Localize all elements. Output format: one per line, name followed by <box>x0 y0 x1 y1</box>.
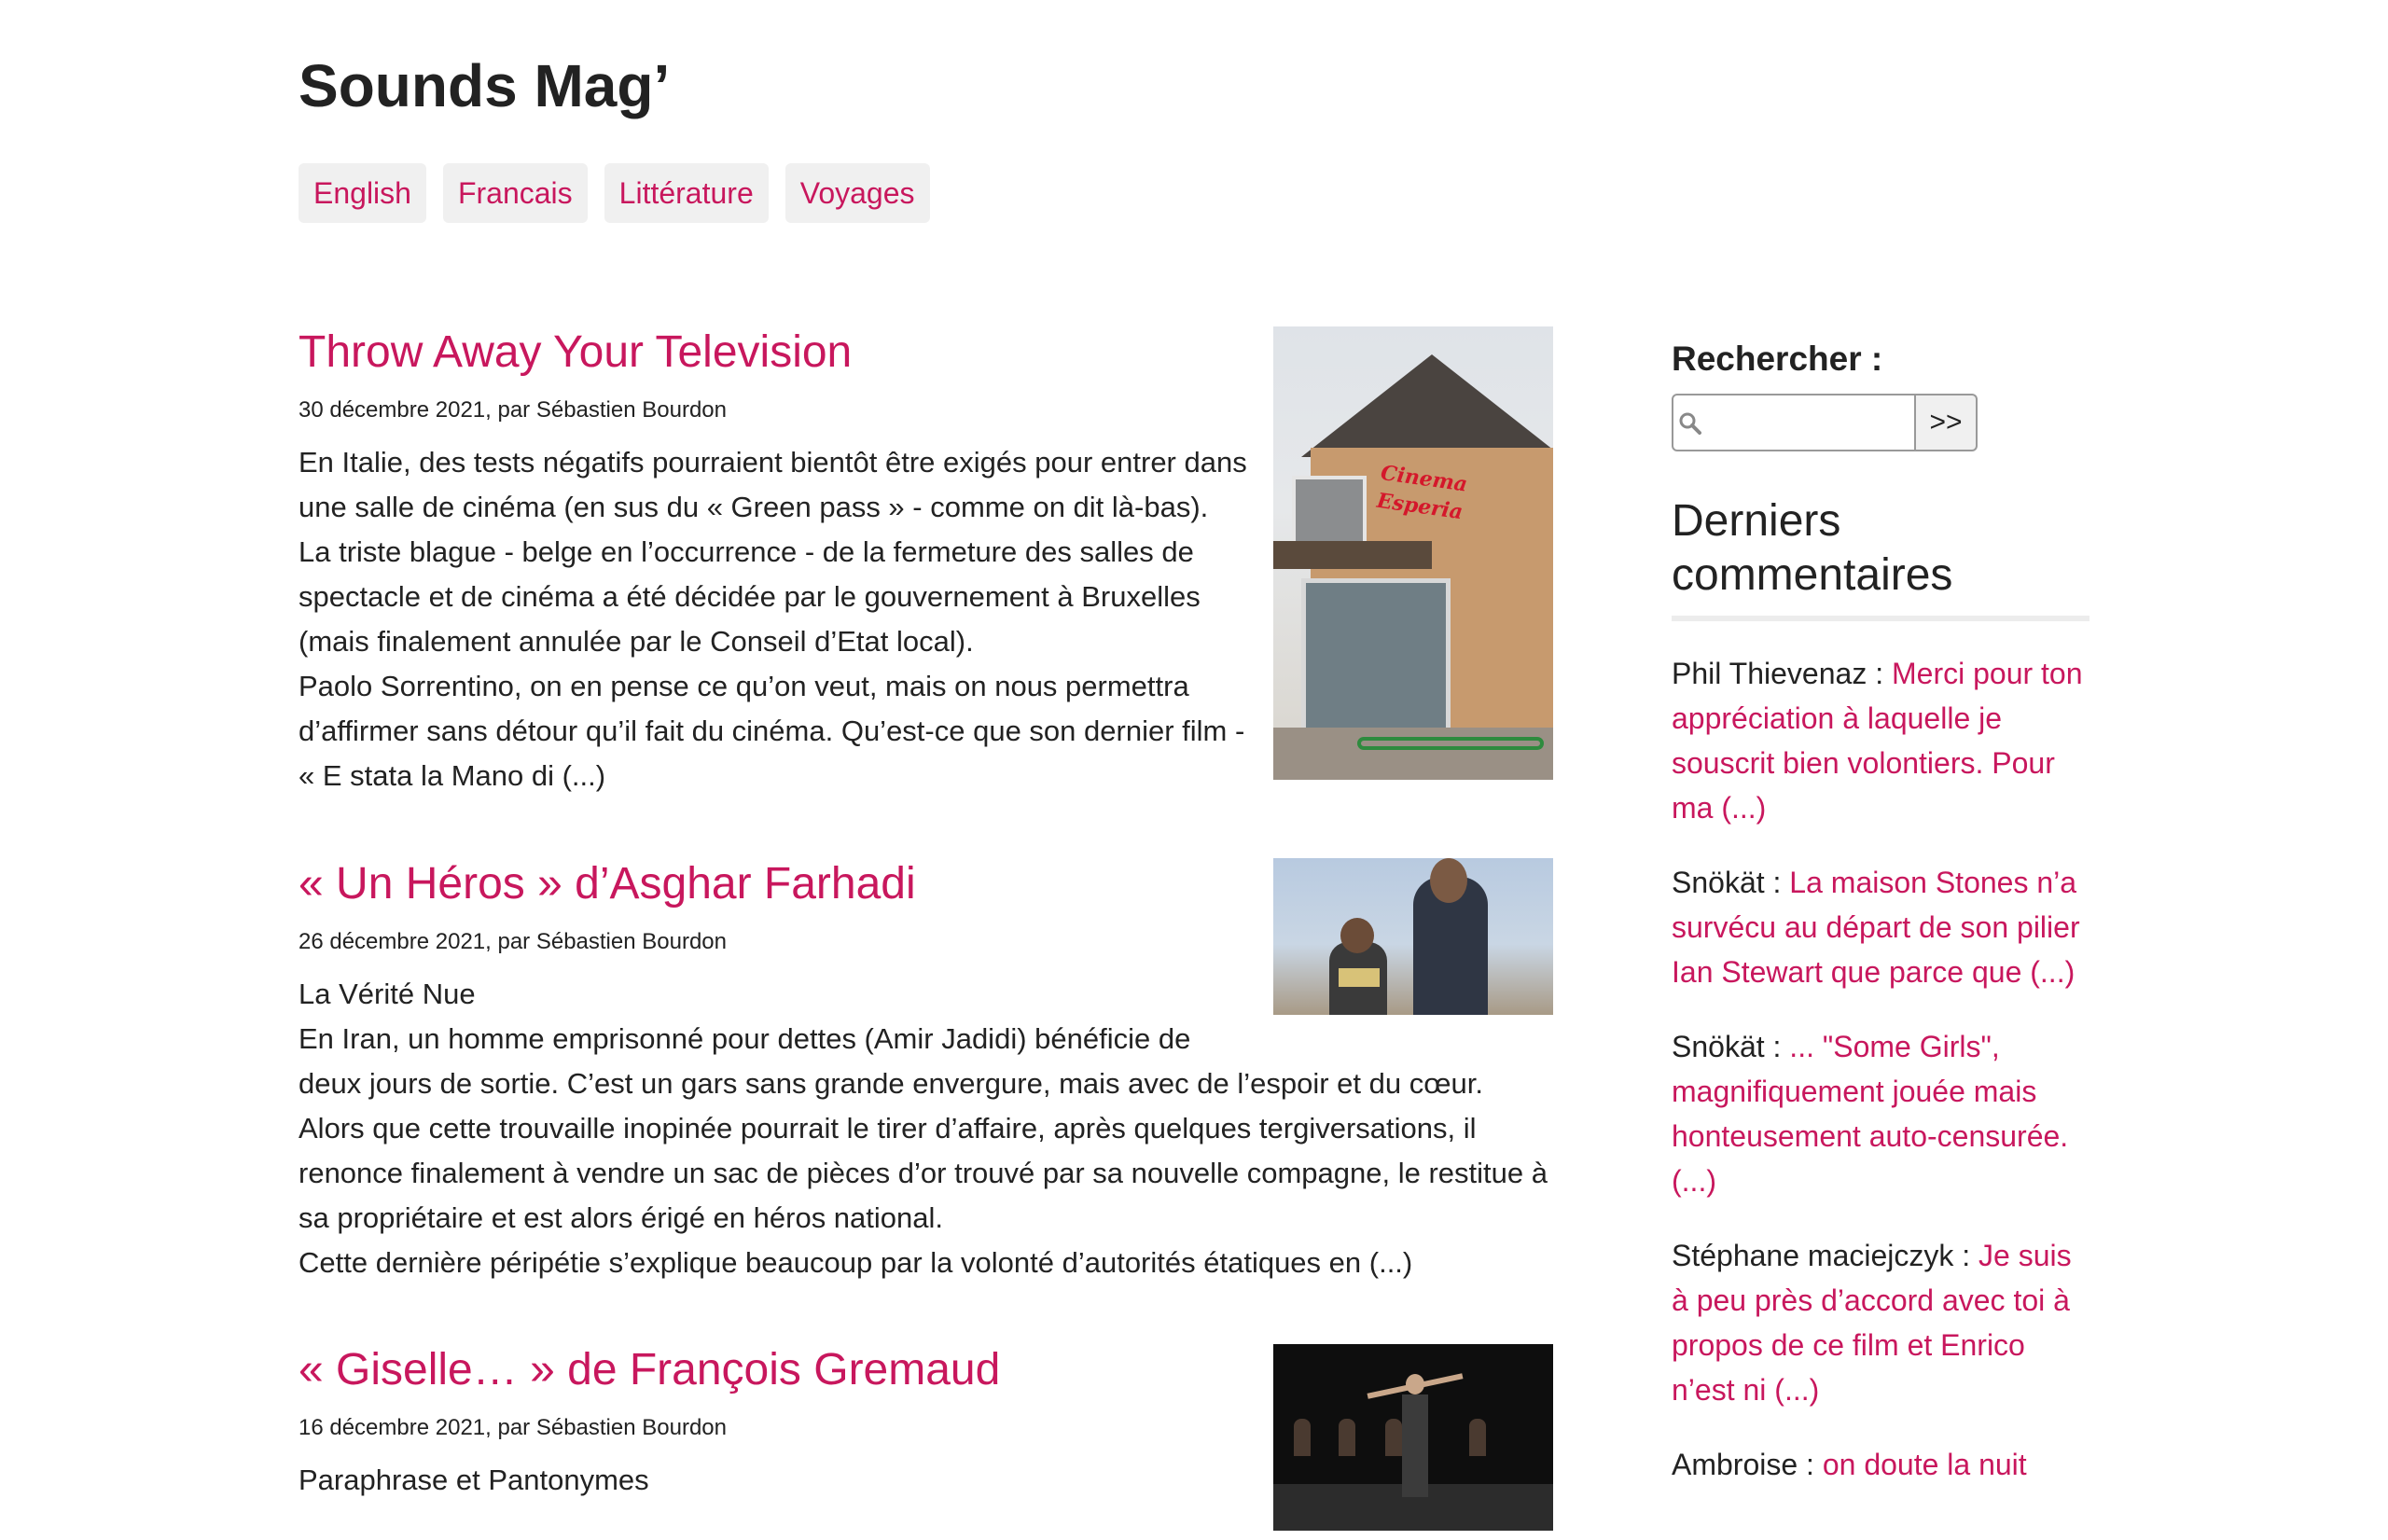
comment-author: Snökät : <box>1672 866 1790 899</box>
post-excerpt: La Vérité Nue En Iran, un homme emprison… <box>298 972 1553 1285</box>
thumb-figure-head <box>1430 858 1467 903</box>
comment-item: Stéphane maciejczyk : Je suis à peu près… <box>1672 1233 2090 1412</box>
post-title-link[interactable]: « Un Héros » d’Asghar Farhadi <box>298 859 916 909</box>
post-thumbnail[interactable]: Cinema Esperia <box>1273 326 1553 780</box>
search-submit-button[interactable]: >> <box>1916 394 1978 451</box>
thumb-musician <box>1385 1419 1402 1456</box>
post-thumbnail[interactable] <box>1273 1344 1553 1531</box>
thumb-musician <box>1294 1419 1311 1456</box>
comment-author: Ambroise : <box>1672 1448 1823 1481</box>
comment-link[interactable]: on doute la nuit <box>1823 1448 2027 1481</box>
comment-author: Snökät : <box>1672 1030 1790 1063</box>
excerpt-paragraph: Cette dernière péripétie s’explique beau… <box>298 1246 1413 1279</box>
nav-item-francais[interactable]: Francais <box>442 163 588 223</box>
thumb-musician <box>1339 1419 1355 1456</box>
search-label: Rechercher : <box>1672 340 1883 378</box>
thumb-musician <box>1469 1419 1486 1456</box>
search-box[interactable] <box>1672 394 1916 451</box>
comment-author: Phil Thievenaz : <box>1672 657 1892 690</box>
nav-item-english[interactable]: English <box>298 163 426 223</box>
comment-author: Stéphane maciejczyk : <box>1672 1239 1979 1272</box>
nav-item-litterature[interactable]: Littérature <box>604 163 769 223</box>
search-icon <box>1679 412 1701 435</box>
thumb-dancer-head <box>1406 1374 1424 1394</box>
post-title-link[interactable]: Throw Away Your Television <box>298 327 852 377</box>
site-title[interactable]: Sounds Mag’ <box>298 56 2090 116</box>
post-list: Cinema Esperia Throw Away Your Televisio… <box>298 326 1553 1540</box>
thumb-dancer-body <box>1402 1394 1428 1497</box>
excerpt-paragraph: En Iran, un homme emprisonné pour dettes… <box>298 1022 1548 1234</box>
recent-comments-title: Derniers commentaires <box>1672 494 2090 621</box>
thumb-window <box>1292 476 1367 550</box>
thumb-shirt <box>1339 968 1380 987</box>
thumb-roof <box>1301 354 1553 457</box>
search-form: >> <box>1672 394 2090 451</box>
comment-item: Ambroise : on doute la nuit <box>1672 1442 2090 1487</box>
thumb-door <box>1301 578 1451 737</box>
site-header: Sounds Mag’ English Francais Littérature… <box>298 56 2090 223</box>
comment-item: Phil Thievenaz : Merci pour ton apprécia… <box>1672 651 2090 830</box>
post-item: « Un Héros » d’Asghar Farhadi 26 décembr… <box>298 858 1553 1344</box>
nav-item-voyages[interactable]: Voyages <box>784 163 930 223</box>
thumb-rail <box>1357 737 1544 750</box>
post-thumbnail[interactable] <box>1273 858 1553 1015</box>
post-title-link[interactable]: « Giselle… » de François Gremaud <box>298 1345 1000 1394</box>
thumb-figure-head <box>1340 918 1374 953</box>
thumb-awning <box>1273 541 1432 569</box>
category-nav: English Francais Littérature Voyages <box>298 163 2090 223</box>
thumb-ground <box>1273 728 1553 780</box>
comment-item: Snökät : La maison Stones n’a survécu au… <box>1672 860 2090 994</box>
post-item: « Giselle… » de François Gremaud 16 déce… <box>298 1344 1553 1531</box>
sidebar: Rechercher : >> Derniers commentaires Ph… <box>1672 326 2090 1517</box>
recent-comments-list: Phil Thievenaz : Merci pour ton apprécia… <box>1672 651 2090 1487</box>
search-input[interactable] <box>1705 399 1910 446</box>
comment-item: Snökät : ... "Some Girls", magnifiquemen… <box>1672 1024 2090 1203</box>
post-item: Cinema Esperia Throw Away Your Televisio… <box>298 326 1553 858</box>
